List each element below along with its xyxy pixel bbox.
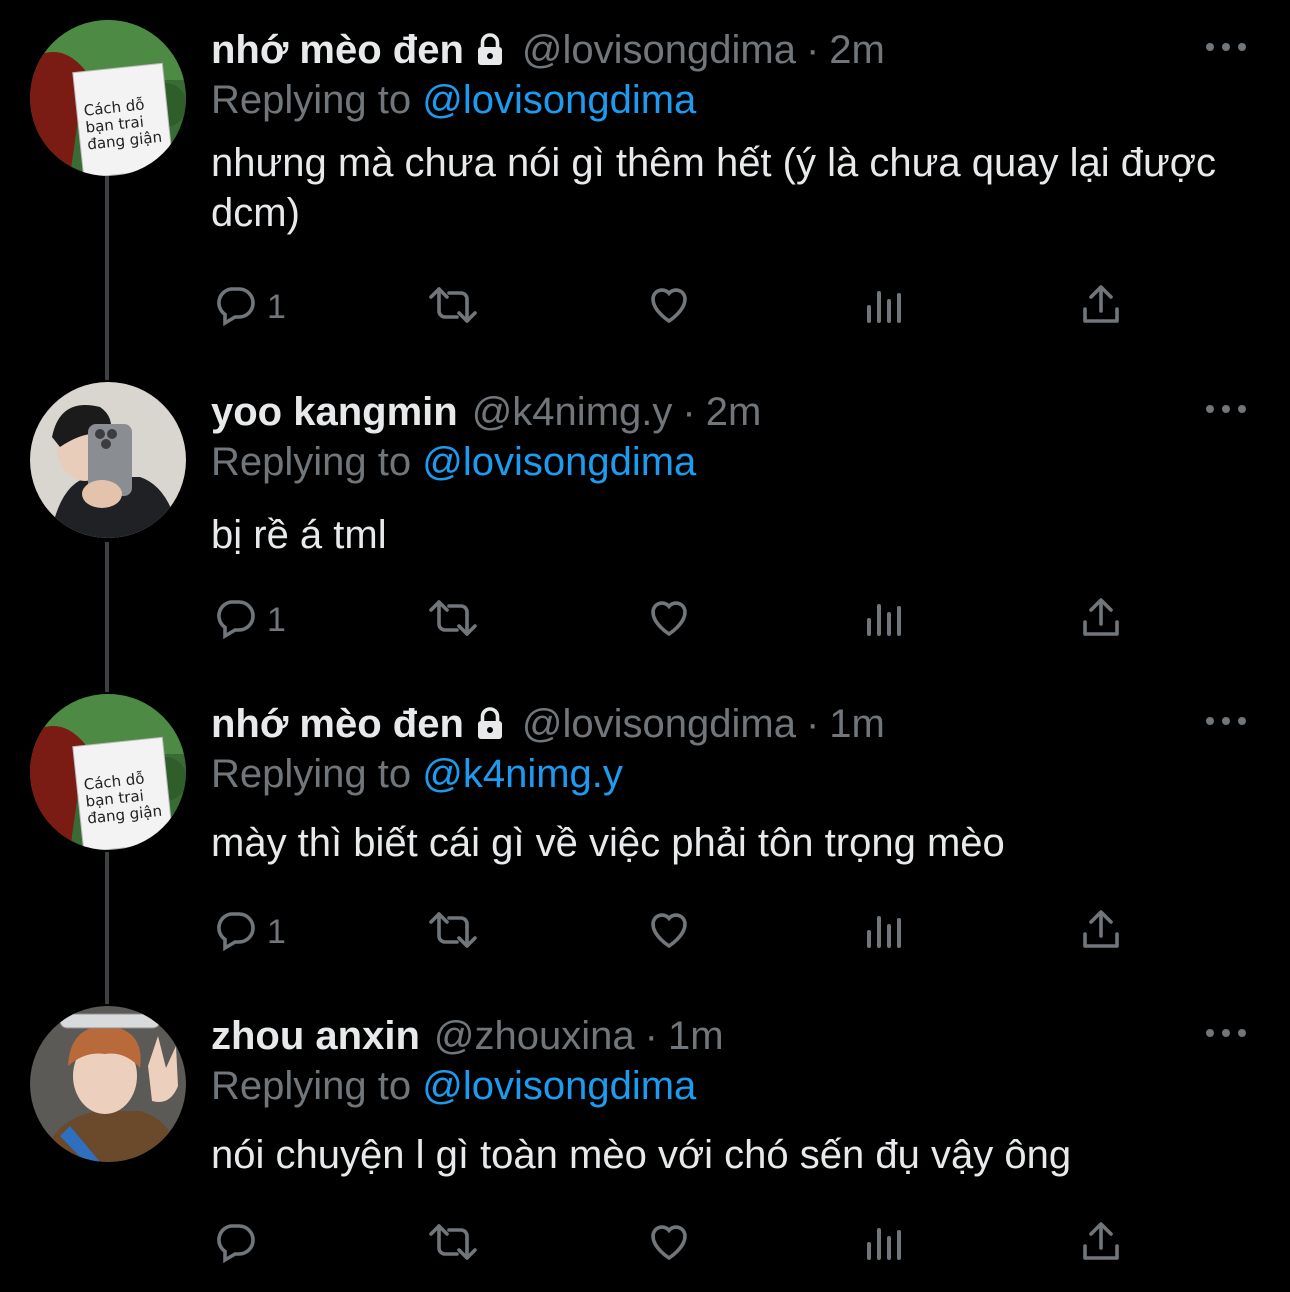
like-button[interactable] <box>643 1219 695 1269</box>
tweet[interactable]: zhou anxin @zhouxina · 1m Replying to @l… <box>0 1006 1290 1286</box>
share-button[interactable] <box>1077 595 1125 645</box>
tweet[interactable]: yoo kangmin @k4nimg.y · 2m Replying to @… <box>0 382 1290 662</box>
separator-dot: · <box>805 701 820 746</box>
analytics-button[interactable] <box>861 1219 909 1269</box>
share-button[interactable] <box>1077 282 1125 332</box>
analytics-icon <box>861 594 909 647</box>
retweet-icon <box>425 594 481 647</box>
like-icon <box>643 906 695 959</box>
display-name[interactable]: yoo kangmin <box>211 390 458 435</box>
avatar[interactable]: Cách dỗ bạn trai đang giận <box>30 20 186 176</box>
like-icon <box>643 1218 695 1271</box>
replying-prefix: Replying to <box>211 440 423 484</box>
action-bar: 1 <box>211 907 1131 957</box>
replying-to: Replying to @lovisongdima <box>211 440 696 485</box>
replying-to: Replying to @lovisongdima <box>211 1064 696 1109</box>
like-icon <box>643 281 695 334</box>
analytics-button[interactable] <box>861 282 909 332</box>
more-icon[interactable] <box>1206 32 1246 62</box>
lock-icon <box>472 32 508 68</box>
display-name[interactable]: nhớ mèo đen <box>211 702 464 747</box>
separator-dot: · <box>644 1013 658 1058</box>
retweet-icon <box>425 281 481 334</box>
analytics-icon <box>861 1218 909 1271</box>
reply-button[interactable]: 1 <box>211 907 286 957</box>
avatar[interactable] <box>30 1006 186 1162</box>
retweet-button[interactable] <box>425 282 481 332</box>
tweet-header: nhớ mèo đen @lovisongdima · 1m <box>211 694 885 754</box>
reply-button[interactable]: 1 <box>211 595 286 645</box>
reply-count: 1 <box>267 600 286 639</box>
replying-to: Replying to @lovisongdima <box>211 78 696 123</box>
reply-icon <box>211 594 259 647</box>
reply-button[interactable]: 1 <box>211 282 286 332</box>
timestamp[interactable]: 1m <box>829 702 885 747</box>
tweet-text: mày thì biết cái gì về việc phải tôn trọ… <box>211 821 1005 865</box>
replying-prefix: Replying to <box>211 1064 423 1108</box>
user-handle[interactable]: @lovisongdima <box>522 702 796 747</box>
reply-count: 1 <box>267 912 286 951</box>
retweet-icon <box>425 906 481 959</box>
reply-icon <box>211 1218 259 1271</box>
share-button[interactable] <box>1077 907 1125 957</box>
reply-icon <box>211 281 259 334</box>
action-bar <box>211 1219 1131 1269</box>
analytics-icon <box>861 906 909 959</box>
timestamp[interactable]: 2m <box>829 28 885 73</box>
mention-link[interactable]: @lovisongdima <box>422 440 696 484</box>
retweet-button[interactable] <box>425 1219 481 1269</box>
share-icon <box>1077 594 1125 647</box>
reply-count: 1 <box>267 287 286 326</box>
mention-link[interactable]: @lovisongdima <box>422 1064 696 1108</box>
timestamp[interactable]: 1m <box>668 1014 724 1059</box>
mention-link[interactable]: @lovisongdima <box>422 78 696 122</box>
retweet-button[interactable] <box>425 907 481 957</box>
tweet[interactable]: Cách dỗ bạn trai đang giận nhớ mèo đen @… <box>0 694 1290 974</box>
more-icon[interactable] <box>1206 394 1246 424</box>
replying-to: Replying to @k4nimg.y <box>211 752 623 797</box>
analytics-icon <box>861 281 909 334</box>
avatar[interactable]: Cách dỗ bạn trai đang giận <box>30 694 186 850</box>
share-icon <box>1077 281 1125 334</box>
tweet-header: zhou anxin @zhouxina · 1m <box>211 1006 724 1066</box>
retweet-button[interactable] <box>425 595 481 645</box>
user-handle[interactable]: @lovisongdima <box>522 28 796 73</box>
lock-icon <box>472 706 508 742</box>
like-button[interactable] <box>643 595 695 645</box>
timestamp[interactable]: 2m <box>706 390 762 435</box>
tweet-text: nhưng mà chưa nói gì thêm hết (ý là chưa… <box>211 141 1216 235</box>
action-bar: 1 <box>211 282 1131 332</box>
like-button[interactable] <box>643 282 695 332</box>
tweet-header: yoo kangmin @k4nimg.y · 2m <box>211 382 761 442</box>
analytics-button[interactable] <box>861 595 909 645</box>
retweet-icon <box>425 1218 481 1271</box>
tweet-text: nói chuyện l gì toàn mèo với chó sến đụ … <box>211 1133 1072 1177</box>
tweet-text: bị rề á tml <box>211 513 387 557</box>
like-button[interactable] <box>643 907 695 957</box>
like-icon <box>643 594 695 647</box>
reply-button[interactable] <box>211 1219 267 1269</box>
more-icon[interactable] <box>1206 706 1246 736</box>
analytics-button[interactable] <box>861 907 909 957</box>
tweet[interactable]: Cách dỗ bạn trai đang giận nhớ mèo đen @… <box>0 20 1290 350</box>
replying-prefix: Replying to <box>211 78 423 122</box>
more-icon[interactable] <box>1206 1018 1246 1048</box>
separator-dot: · <box>805 27 820 72</box>
share-button[interactable] <box>1077 1219 1125 1269</box>
display-name[interactable]: nhớ mèo đen <box>211 28 464 73</box>
user-handle[interactable]: @zhouxina <box>434 1014 635 1059</box>
share-icon <box>1077 1218 1125 1271</box>
user-handle[interactable]: @k4nimg.y <box>472 390 673 435</box>
action-bar: 1 <box>211 595 1131 645</box>
tweet-header: nhớ mèo đen @lovisongdima · 2m <box>211 20 885 80</box>
mention-link[interactable]: @k4nimg.y <box>422 752 623 796</box>
separator-dot: · <box>682 389 696 434</box>
share-icon <box>1077 906 1125 959</box>
avatar[interactable] <box>30 382 186 538</box>
replying-prefix: Replying to <box>211 752 423 796</box>
display-name[interactable]: zhou anxin <box>211 1014 420 1059</box>
reply-icon <box>211 906 259 959</box>
